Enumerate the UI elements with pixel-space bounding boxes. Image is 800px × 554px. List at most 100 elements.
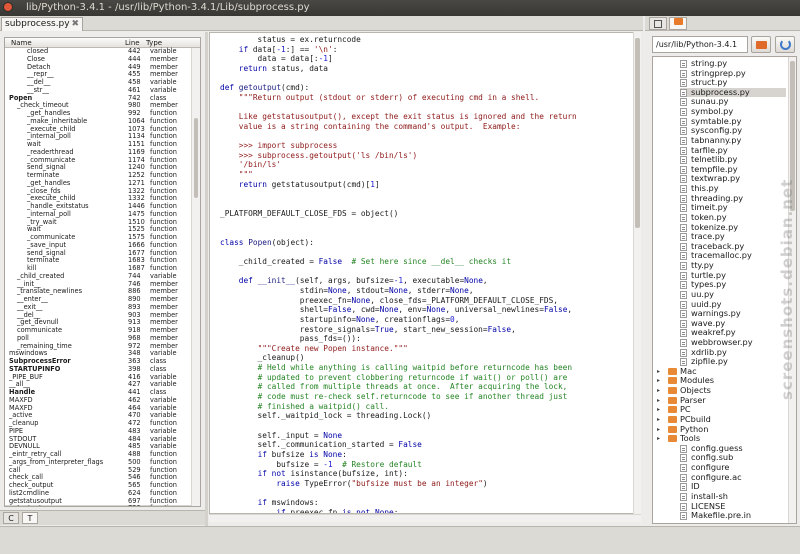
symbol-rows: closed 442 variable Close 444 member Detach 449…	[5, 47, 200, 506]
symbol-list-panel: Name Line Type closed 442 variable Close 444…	[4, 37, 201, 507]
code-token: TypeError(	[299, 478, 352, 488]
file-icon	[680, 79, 687, 88]
file-icon	[680, 146, 687, 155]
editor-vertical-scrollbar[interactable]	[633, 32, 641, 514]
code-line: return status, data	[220, 64, 328, 74]
code-token: -1	[318, 54, 328, 64]
expand-arrow-icon[interactable]: ▸	[657, 367, 660, 377]
folder-icon	[668, 415, 677, 423]
symbol-name: _args_from_interpreter_flags	[9, 457, 104, 466]
file-icon	[680, 310, 687, 319]
code-token: getoutput	[238, 83, 282, 93]
code-token: self._waitpid_lock = threading.Lock()	[220, 411, 432, 421]
scrollbar-thumb[interactable]	[194, 118, 198, 198]
expand-arrow-icon[interactable]: ▸	[657, 415, 660, 425]
code-token: """Create new Popen instance."""	[257, 343, 408, 353]
code-line: _child_created = False # Set here since …	[220, 257, 511, 267]
editor-tab-label: subprocess.py	[5, 19, 70, 29]
refresh-button[interactable]	[775, 36, 795, 53]
file-icon	[680, 444, 687, 453]
code-token: # Restore default	[342, 459, 422, 469]
close-tab-icon[interactable]: ✖	[71, 18, 79, 30]
file-icon	[680, 281, 687, 290]
expand-arrow-icon[interactable]: ▸	[657, 376, 660, 386]
folder-icon	[668, 396, 677, 404]
scrollbar-thumb[interactable]	[635, 38, 640, 228]
expand-arrow-icon[interactable]: ▸	[657, 434, 660, 444]
expand-arrow-icon[interactable]: ▸	[657, 425, 660, 435]
code-line: # code must re-check self.returncode to …	[220, 392, 568, 402]
code-token: ]	[374, 179, 380, 189]
folder-icon	[668, 406, 677, 414]
expand-arrow-icon[interactable]: ▸	[657, 396, 660, 406]
file-icon	[680, 156, 687, 165]
documents-icon	[654, 20, 662, 28]
code-line: >>> subprocess.getoutput('ls /bin/ls')	[220, 151, 417, 161]
file-icon	[680, 483, 687, 492]
code-token: (cmd):	[281, 83, 310, 93]
code-token: if	[257, 498, 267, 508]
code-token: , env=	[398, 305, 427, 315]
file-icon	[680, 319, 687, 328]
tab-file-browser[interactable]	[669, 17, 687, 30]
editor-tabbar: subprocess.py ✖	[0, 16, 643, 31]
code-token: , executable=	[403, 276, 465, 286]
folder-icon	[668, 435, 677, 443]
code-token: None	[323, 430, 343, 440]
status-bar	[0, 526, 800, 554]
sidebar-tabs: C T	[0, 510, 205, 525]
symbol-row[interactable]: __str__ 461 variable	[5, 86, 200, 95]
code-line: # Held while anything is calling waitpid…	[220, 363, 573, 373]
file-icon	[680, 165, 687, 174]
code-token: # Held while anything is calling waitpid…	[257, 363, 573, 373]
file-icon	[680, 454, 687, 463]
file-icon	[680, 233, 687, 242]
file-icon	[680, 242, 687, 251]
file-icon	[680, 329, 687, 338]
code-token: ,	[567, 305, 573, 315]
editor-horizontal-scrollbar[interactable]	[209, 514, 641, 522]
tab-documents[interactable]	[649, 17, 667, 30]
path-input[interactable]: /usr/lib/Python-3.4.1	[652, 36, 748, 53]
sidebar-tab-classes[interactable]: C	[3, 512, 19, 524]
open-folder-button[interactable]	[751, 36, 771, 53]
expand-arrow-icon[interactable]: ▸	[657, 405, 660, 415]
file-icon	[680, 338, 687, 347]
code-token: _child_created =	[220, 256, 319, 266]
file-item[interactable]: Makefile.pre.in	[680, 511, 786, 521]
file-name: Makefile.pre.in	[691, 510, 752, 521]
code-token: None	[327, 285, 347, 295]
symbol-type: function	[150, 504, 177, 506]
code-token: # finished a waitpid() call.	[257, 401, 389, 411]
code-token: )	[482, 478, 488, 488]
close-window-button[interactable]	[3, 2, 13, 12]
pane-splitter[interactable]	[205, 32, 208, 526]
symbol-row[interactable]: getoutput 726 function	[5, 504, 200, 506]
symbol-list-scrollbar[interactable]	[191, 48, 200, 506]
code-line: self._communication_started = False	[220, 440, 422, 450]
folder-icon	[673, 18, 683, 25]
editor-tab-subprocess[interactable]: subprocess.py ✖	[1, 17, 83, 31]
code-editor[interactable]: status = ex.returncode if data[-1:] == '…	[209, 32, 641, 514]
sidebar-tab-tags[interactable]: T	[22, 512, 38, 524]
code-token: # code must re-check self.returncode to …	[257, 392, 568, 402]
code-token: self._input =	[220, 430, 324, 440]
code-token: data = data[:	[220, 54, 319, 64]
code-line: Like getstatusoutput(), except the exit …	[220, 112, 577, 122]
code-token: -1	[276, 44, 286, 54]
file-icon	[680, 117, 687, 126]
file-icon	[680, 185, 687, 194]
file-icon	[680, 348, 687, 357]
file-icon	[680, 136, 687, 145]
file-icon	[680, 492, 687, 501]
refresh-icon	[780, 39, 791, 50]
file-list: string.py stringprep.py struct.py subproces…	[652, 56, 797, 524]
expand-arrow-icon[interactable]: ▸	[657, 386, 660, 396]
code-token: , cwd=	[351, 305, 380, 315]
code-line: value is a string containing the command…	[220, 122, 521, 132]
